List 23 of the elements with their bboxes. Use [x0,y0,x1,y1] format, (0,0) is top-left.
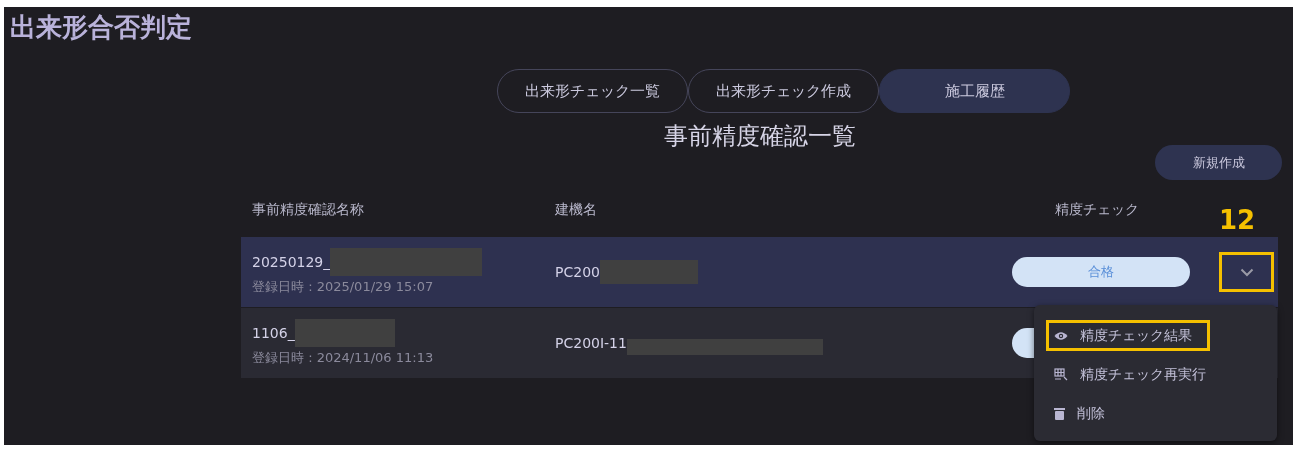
expand-button[interactable] [1219,252,1274,292]
record-name: 20250129_ [252,254,331,270]
annotation-number: 12 [1219,205,1256,235]
registered-date: 登録日時 : 2024/11/06 11:13 [252,349,435,367]
new-button[interactable]: 新規作成 [1155,145,1282,180]
menu-item[interactable]: 削除 [1046,398,1210,429]
registered-date: 登録日時 : 2025/01/29 15:07 [252,278,435,296]
eye-icon [1054,330,1068,341]
result-badge: 合格 [1012,257,1190,287]
menu-item[interactable]: 精度チェック結果 [1046,320,1210,351]
grid-icon [1054,368,1068,381]
page-title: 出来形合否判定 [10,11,192,43]
chevron-down-icon [1239,267,1254,277]
trash-icon [1054,407,1065,420]
section-title: 事前精度確認一覧 [663,121,856,151]
column-header: 事前精度確認名称 [251,201,365,219]
tab[interactable]: 施工履歴 [879,69,1070,113]
column-header: 建機名 [555,201,598,219]
machine-name: PC200I-11 [555,335,627,351]
machine-name: PC200 [555,264,600,280]
table-row[interactable]: 20250129_ 登録日時 : 2025/01/29 15:07 PC200 合格 [241,236,1278,307]
column-header: 精度チェック [1054,201,1140,219]
record-name: 1106_ [252,325,295,341]
